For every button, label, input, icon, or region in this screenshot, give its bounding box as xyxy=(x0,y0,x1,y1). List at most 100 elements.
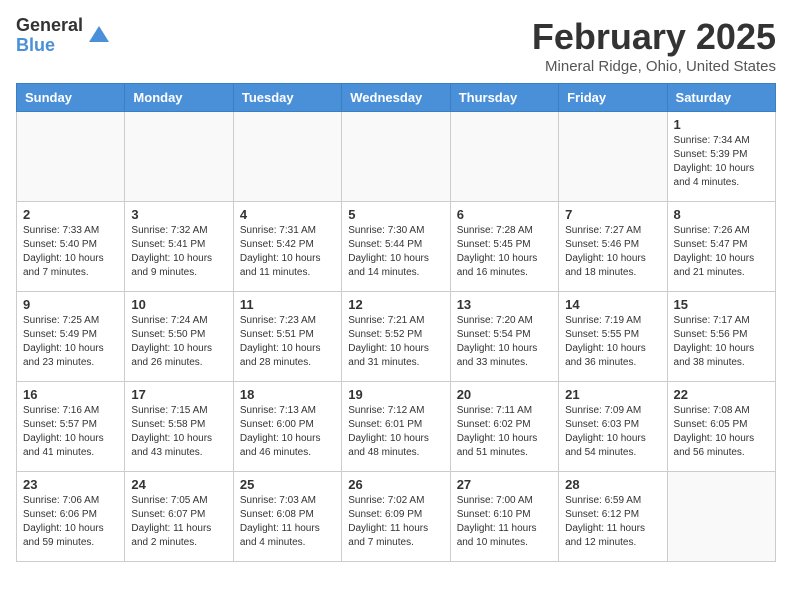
calendar-cell: 25 Sunrise: 7:03 AM Sunset: 6:08 PM Dayli… xyxy=(233,472,341,562)
day-info: Sunrise: 7:27 AM Sunset: 5:46 PM Dayligh… xyxy=(565,224,660,280)
day-info: Sunrise: 7:17 AM Sunset: 5:56 PM Dayligh… xyxy=(674,314,769,370)
calendar-cell: 19 Sunrise: 7:12 AM Sunset: 6:01 PM Dayli… xyxy=(342,382,450,472)
day-header-thursday: Thursday xyxy=(450,84,558,112)
logo-general: General xyxy=(16,16,83,36)
calendar-cell xyxy=(17,112,125,202)
day-number: 3 xyxy=(131,207,226,222)
calendar-cell: 26 Sunrise: 7:02 AM Sunset: 6:09 PM Dayli… xyxy=(342,472,450,562)
day-info: Sunrise: 7:03 AM Sunset: 6:08 PM Dayligh… xyxy=(240,494,335,550)
day-info: Sunrise: 7:19 AM Sunset: 5:55 PM Dayligh… xyxy=(565,314,660,370)
day-info: Sunrise: 7:34 AM Sunset: 5:39 PM Dayligh… xyxy=(674,134,769,190)
calendar-cell xyxy=(450,112,558,202)
day-number: 7 xyxy=(565,207,660,222)
day-number: 15 xyxy=(674,297,769,312)
day-header-wednesday: Wednesday xyxy=(342,84,450,112)
day-number: 9 xyxy=(23,297,118,312)
calendar-cell: 16Sunrise: 7:16 AM Sunset: 5:57 PM Dayli… xyxy=(17,382,125,472)
day-header-monday: Monday xyxy=(125,84,233,112)
day-info: Sunrise: 7:21 AM Sunset: 5:52 PM Dayligh… xyxy=(348,314,443,370)
logo-icon xyxy=(85,22,113,50)
day-header-tuesday: Tuesday xyxy=(233,84,341,112)
day-info: Sunrise: 7:08 AM Sunset: 6:05 PM Dayligh… xyxy=(674,404,769,460)
day-number: 2 xyxy=(23,207,118,222)
day-info: Sunrise: 7:09 AM Sunset: 6:03 PM Dayligh… xyxy=(565,404,660,460)
day-header-friday: Friday xyxy=(559,84,667,112)
day-number: 12 xyxy=(348,297,443,312)
day-info: Sunrise: 7:05 AM Sunset: 6:07 PM Dayligh… xyxy=(131,494,226,550)
week-row-1: 2 Sunrise: 7:33 AM Sunset: 5:40 PM Daylig… xyxy=(17,202,776,292)
calendar-cell: 14 Sunrise: 7:19 AM Sunset: 5:55 PM Dayli… xyxy=(559,292,667,382)
calendar-cell: 21Sunrise: 7:09 AM Sunset: 6:03 PM Dayli… xyxy=(559,382,667,472)
calendar-cell: 15 Sunrise: 7:17 AM Sunset: 5:56 PM Dayli… xyxy=(667,292,775,382)
day-number: 17 xyxy=(131,387,226,402)
day-number: 10 xyxy=(131,297,226,312)
day-number: 14 xyxy=(565,297,660,312)
day-info: Sunrise: 7:15 AM Sunset: 5:58 PM Dayligh… xyxy=(131,404,226,460)
calendar-table: SundayMondayTuesdayWednesdayThursdayFrid… xyxy=(16,83,776,562)
day-number: 24 xyxy=(131,477,226,492)
calendar-cell: 4Sunrise: 7:31 AM Sunset: 5:42 PM Daylig… xyxy=(233,202,341,292)
calendar-body: 1Sunrise: 7:34 AM Sunset: 5:39 PM Daylig… xyxy=(17,112,776,562)
calendar-cell: 12 Sunrise: 7:21 AM Sunset: 5:52 PM Dayli… xyxy=(342,292,450,382)
week-row-2: 9Sunrise: 7:25 AM Sunset: 5:49 PM Daylig… xyxy=(17,292,776,382)
calendar-cell: 10 Sunrise: 7:24 AM Sunset: 5:50 PM Dayli… xyxy=(125,292,233,382)
day-info: Sunrise: 7:06 AM Sunset: 6:06 PM Dayligh… xyxy=(23,494,118,550)
calendar-header: SundayMondayTuesdayWednesdayThursdayFrid… xyxy=(17,84,776,112)
day-number: 5 xyxy=(348,207,443,222)
day-number: 11 xyxy=(240,297,335,312)
calendar-cell: 27Sunrise: 7:00 AM Sunset: 6:10 PM Dayli… xyxy=(450,472,558,562)
calendar-cell: 20 Sunrise: 7:11 AM Sunset: 6:02 PM Dayli… xyxy=(450,382,558,472)
day-info: Sunrise: 7:13 AM Sunset: 6:00 PM Dayligh… xyxy=(240,404,335,460)
day-info: Sunrise: 6:59 AM Sunset: 6:12 PM Dayligh… xyxy=(565,494,660,550)
day-number: 13 xyxy=(457,297,552,312)
logo: General Blue xyxy=(16,16,113,56)
calendar-cell xyxy=(233,112,341,202)
calendar-cell: 8 Sunrise: 7:26 AM Sunset: 5:47 PM Daylig… xyxy=(667,202,775,292)
day-number: 18 xyxy=(240,387,335,402)
day-number: 23 xyxy=(23,477,118,492)
week-row-0: 1Sunrise: 7:34 AM Sunset: 5:39 PM Daylig… xyxy=(17,112,776,202)
day-number: 26 xyxy=(348,477,443,492)
calendar-cell: 9Sunrise: 7:25 AM Sunset: 5:49 PM Daylig… xyxy=(17,292,125,382)
day-info: Sunrise: 7:20 AM Sunset: 5:54 PM Dayligh… xyxy=(457,314,552,370)
day-info: Sunrise: 7:30 AM Sunset: 5:44 PM Dayligh… xyxy=(348,224,443,280)
day-number: 16 xyxy=(23,387,118,402)
calendar-cell: 6Sunrise: 7:28 AM Sunset: 5:45 PM Daylig… xyxy=(450,202,558,292)
day-number: 8 xyxy=(674,207,769,222)
logo-blue: Blue xyxy=(16,36,83,56)
day-info: Sunrise: 7:02 AM Sunset: 6:09 PM Dayligh… xyxy=(348,494,443,550)
day-info: Sunrise: 7:12 AM Sunset: 6:01 PM Dayligh… xyxy=(348,404,443,460)
calendar-cell xyxy=(667,472,775,562)
calendar-cell: 13 Sunrise: 7:20 AM Sunset: 5:54 PM Dayli… xyxy=(450,292,558,382)
calendar-cell xyxy=(559,112,667,202)
day-number: 22 xyxy=(674,387,769,402)
week-row-4: 23 Sunrise: 7:06 AM Sunset: 6:06 PM Dayli… xyxy=(17,472,776,562)
calendar-cell: 7 Sunrise: 7:27 AM Sunset: 5:46 PM Daylig… xyxy=(559,202,667,292)
day-info: Sunrise: 7:23 AM Sunset: 5:51 PM Dayligh… xyxy=(240,314,335,370)
day-number: 4 xyxy=(240,207,335,222)
week-row-3: 16Sunrise: 7:16 AM Sunset: 5:57 PM Dayli… xyxy=(17,382,776,472)
calendar-cell: 17 Sunrise: 7:15 AM Sunset: 5:58 PM Dayli… xyxy=(125,382,233,472)
day-number: 28 xyxy=(565,477,660,492)
calendar-cell: 22 Sunrise: 7:08 AM Sunset: 6:05 PM Dayli… xyxy=(667,382,775,472)
calendar-cell xyxy=(125,112,233,202)
day-info: Sunrise: 7:28 AM Sunset: 5:45 PM Dayligh… xyxy=(457,224,552,280)
day-number: 19 xyxy=(348,387,443,402)
calendar-cell: 18 Sunrise: 7:13 AM Sunset: 6:00 PM Dayli… xyxy=(233,382,341,472)
day-info: Sunrise: 7:32 AM Sunset: 5:41 PM Dayligh… xyxy=(131,224,226,280)
day-header-saturday: Saturday xyxy=(667,84,775,112)
day-info: Sunrise: 7:11 AM Sunset: 6:02 PM Dayligh… xyxy=(457,404,552,460)
calendar-cell xyxy=(342,112,450,202)
calendar-cell: 3 Sunrise: 7:32 AM Sunset: 5:41 PM Daylig… xyxy=(125,202,233,292)
calendar-cell: 2 Sunrise: 7:33 AM Sunset: 5:40 PM Daylig… xyxy=(17,202,125,292)
calendar-cell: 23 Sunrise: 7:06 AM Sunset: 6:06 PM Dayli… xyxy=(17,472,125,562)
day-info: Sunrise: 7:26 AM Sunset: 5:47 PM Dayligh… xyxy=(674,224,769,280)
day-number: 27 xyxy=(457,477,552,492)
day-info: Sunrise: 7:24 AM Sunset: 5:50 PM Dayligh… xyxy=(131,314,226,370)
month-title: February 2025 xyxy=(532,16,776,58)
day-number: 25 xyxy=(240,477,335,492)
day-number: 20 xyxy=(457,387,552,402)
day-info: Sunrise: 7:33 AM Sunset: 5:40 PM Dayligh… xyxy=(23,224,118,280)
title-area: February 2025 Mineral Ridge, Ohio, Unite… xyxy=(532,16,776,75)
calendar-cell: 11 Sunrise: 7:23 AM Sunset: 5:51 PM Dayli… xyxy=(233,292,341,382)
